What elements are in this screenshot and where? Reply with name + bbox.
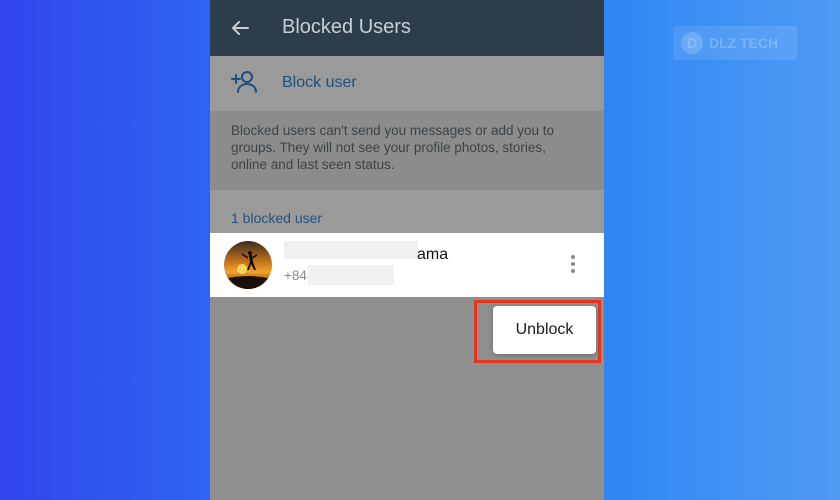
- background-right: [604, 0, 840, 500]
- app-bar: Blocked Users: [210, 0, 604, 56]
- unblock-label: Unblock: [515, 321, 574, 338]
- background-left: [0, 0, 210, 500]
- phone-screen: Blocked Users Block user Blocked users c…: [210, 0, 604, 500]
- person-add-icon: [231, 71, 257, 93]
- arrow-left-icon[interactable]: [228, 16, 252, 40]
- blocked-user-row[interactable]: ama +84: [210, 233, 604, 297]
- section-header-band: 1 blocked user: [210, 190, 604, 233]
- watermark-logo: D DLZ TECH: [673, 26, 797, 60]
- page-title: Blocked Users: [282, 16, 411, 38]
- watermark-text: DLZ TECH: [709, 35, 779, 51]
- avatar-image: [224, 241, 272, 289]
- avatar: [224, 241, 272, 289]
- info-text: Blocked users can't send you messages or…: [231, 123, 555, 172]
- logo-icon: D: [681, 32, 703, 54]
- blocked-user-name: ama: [417, 246, 449, 263]
- info-section: Blocked users can't send you messages or…: [210, 111, 604, 190]
- redacted-phone-block: [308, 265, 394, 285]
- blocked-user-phone: +84: [284, 268, 307, 283]
- block-user-label: Block user: [282, 74, 357, 91]
- block-user-button[interactable]: Block user: [210, 56, 604, 111]
- blocked-count-header: 1 blocked user: [231, 210, 323, 226]
- unblock-menu-item[interactable]: Unblock: [493, 306, 596, 354]
- vertical-dots-icon[interactable]: [566, 255, 580, 277]
